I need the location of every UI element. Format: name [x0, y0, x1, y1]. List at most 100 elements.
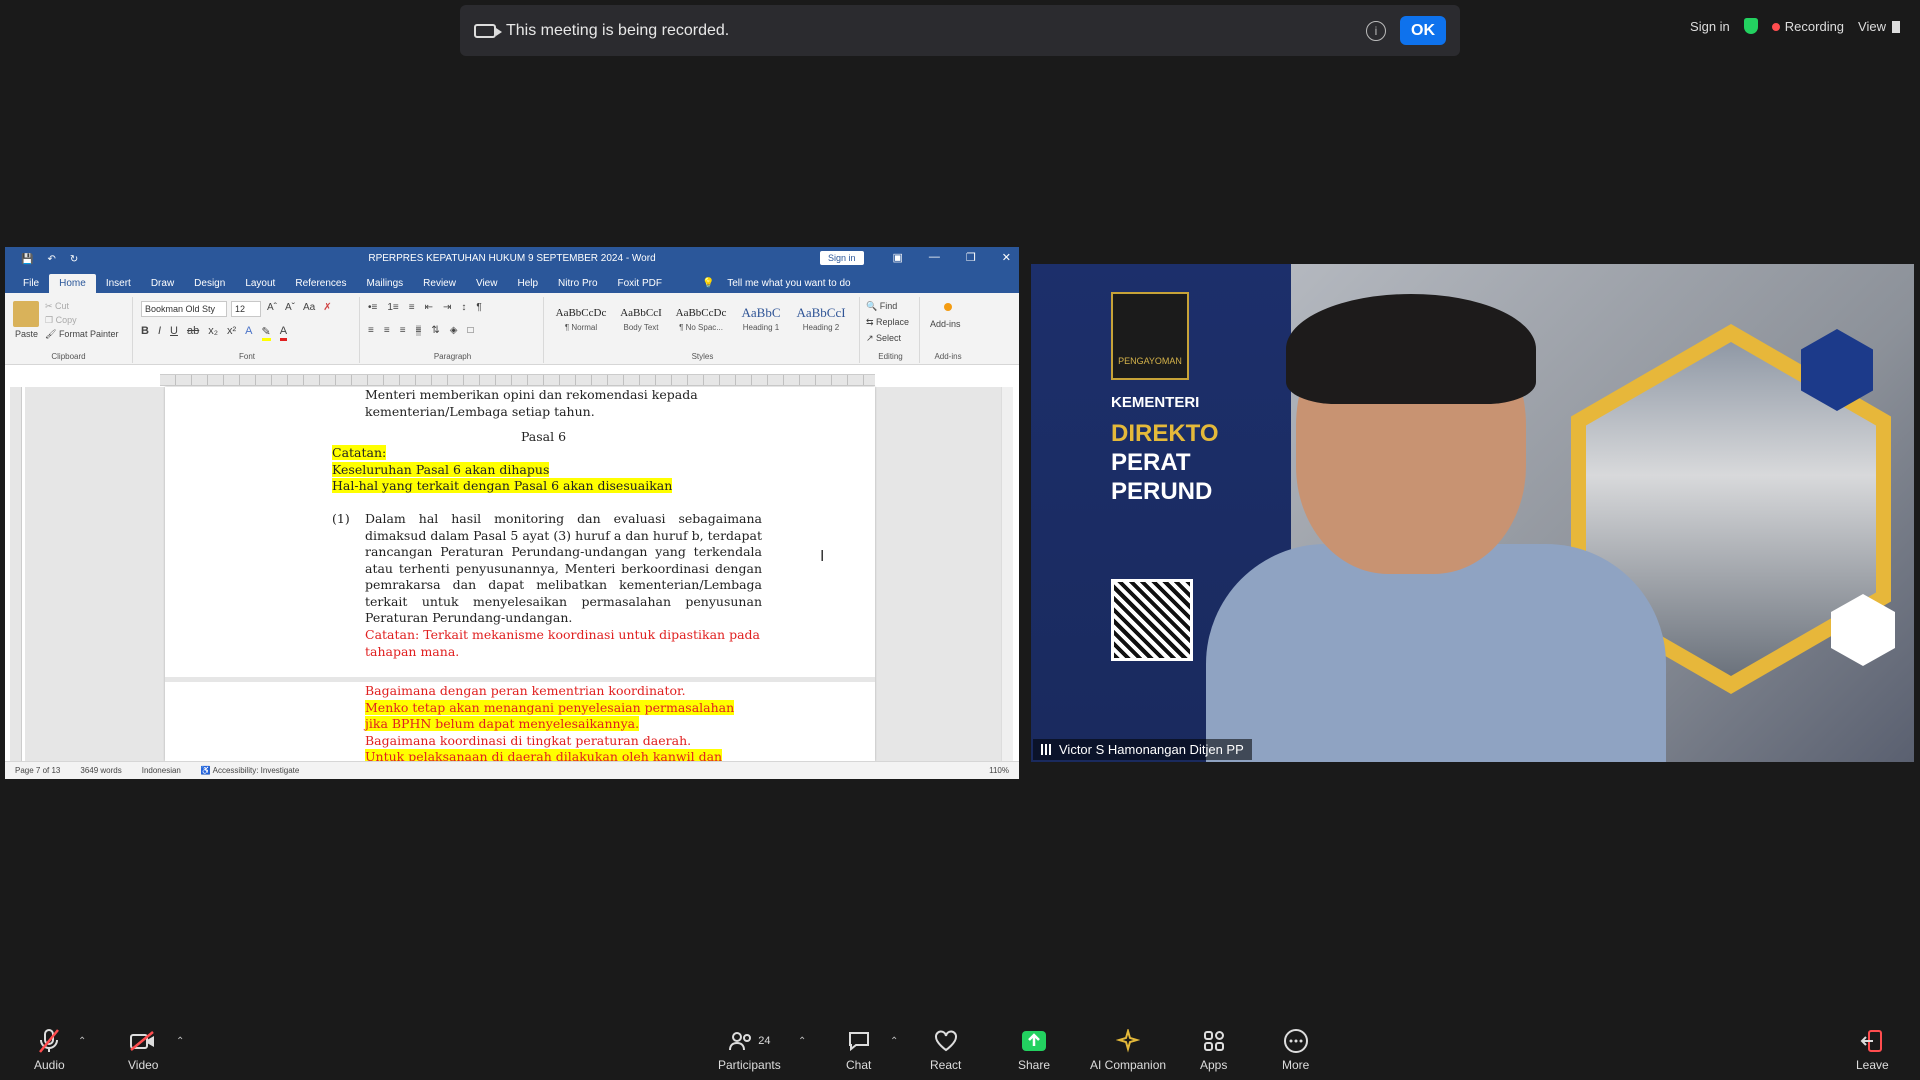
video-button[interactable]: Video [128, 1028, 158, 1072]
addins-button[interactable]: Add-ins [930, 319, 961, 329]
grow-font-icon[interactable]: Aˆ [267, 302, 277, 313]
audio-options-caret-icon[interactable]: ⌃ [78, 1036, 86, 1047]
recording-indicator[interactable]: Recording [1771, 19, 1844, 34]
page-count[interactable]: Page 7 of 13 [15, 766, 60, 775]
accessibility-status[interactable]: ♿ Accessibility: Investigate [201, 766, 299, 775]
decrease-indent-icon[interactable]: ⇤ [425, 302, 433, 313]
font-size-select[interactable]: 12 [231, 301, 261, 317]
ai-companion-button[interactable]: AI Companion [1090, 1028, 1166, 1072]
participants-button[interactable]: 24 Participants [718, 1028, 781, 1072]
align-center-icon[interactable]: ≡ [384, 325, 390, 336]
doc-line: kementerian/Lembaga setiap tahun. [365, 403, 595, 419]
more-button[interactable]: More [1282, 1028, 1309, 1072]
leave-button[interactable]: Leave [1856, 1028, 1889, 1072]
word-count[interactable]: 3649 words [80, 766, 121, 775]
tab-layout[interactable]: Layout [235, 274, 285, 293]
style-normal[interactable]: AaBbCcDc ¶ Normal [554, 303, 608, 332]
replace-button[interactable]: ⇆ Replace [866, 317, 909, 328]
highlight-color-icon[interactable]: ✎ [261, 325, 271, 341]
zoom-level[interactable]: 110% [989, 766, 1009, 775]
tab-draw[interactable]: Draw [141, 274, 184, 293]
apps-label: Apps [1200, 1058, 1228, 1072]
increase-indent-icon[interactable]: ⇥ [443, 302, 451, 313]
close-icon[interactable]: ✕ [1002, 251, 1011, 264]
view-button[interactable]: View [1858, 19, 1900, 34]
tab-references[interactable]: References [285, 274, 356, 293]
superscript-icon[interactable]: x² [227, 325, 236, 341]
chat-options-caret-icon[interactable]: ⌃ [890, 1036, 898, 1047]
underline-icon[interactable]: U [170, 325, 178, 341]
note-line: Keseluruhan Pasal 6 akan dihapus [332, 461, 550, 477]
find-button[interactable]: 🔍 Find [866, 301, 897, 312]
style-heading-1[interactable]: AaBbC Heading 1 [734, 303, 788, 332]
shading-icon[interactable]: ◈ [450, 325, 458, 336]
sign-in-button[interactable]: Sign in [1690, 19, 1730, 34]
font-color-icon[interactable]: A [279, 325, 288, 341]
numbering-icon[interactable]: 1≡ [387, 302, 398, 313]
language-status[interactable]: Indonesian [142, 766, 181, 775]
minimize-icon[interactable]: — [929, 251, 940, 264]
shrink-font-icon[interactable]: Aˇ [285, 302, 295, 313]
audio-button[interactable]: Audio [34, 1028, 65, 1072]
format-painter-button[interactable]: 🖌 Format Painter [45, 329, 118, 340]
tab-home[interactable]: Home [49, 274, 96, 293]
document-page[interactable]: Menteri memberikan opini dan rekomendasi… [165, 387, 875, 761]
cut-button[interactable]: ✂ Cut [45, 301, 69, 312]
tab-foxit-pdf[interactable]: Foxit PDF [608, 274, 672, 293]
align-left-icon[interactable]: ≡ [368, 325, 374, 336]
chat-button[interactable]: Chat [846, 1028, 871, 1072]
justify-icon[interactable]: ≡ [415, 325, 422, 336]
ribbon-display-icon[interactable]: ▣ [893, 251, 903, 264]
clear-formatting-icon[interactable]: ✗ [323, 302, 331, 313]
shield-icon[interactable] [1743, 18, 1758, 34]
style-no-spacing[interactable]: AaBbCcDc ¶ No Spac... [674, 303, 728, 332]
apps-icon [1202, 1028, 1226, 1054]
video-options-caret-icon[interactable]: ⌃ [176, 1036, 184, 1047]
tell-me-search[interactable]: 💡 Tell me what you want to do [692, 274, 871, 293]
strikethrough-icon[interactable]: ab [187, 325, 199, 341]
subscript-icon[interactable]: x₂ [208, 325, 218, 341]
more-label: More [1282, 1058, 1310, 1072]
multilevel-list-icon[interactable]: ≡ [409, 302, 415, 313]
restore-icon[interactable]: ❐ [966, 251, 976, 264]
vertical-ruler[interactable] [10, 387, 22, 761]
paragraph-top: Menteri memberikan opini dan rekomendasi… [365, 387, 762, 420]
react-button[interactable]: React [930, 1028, 961, 1072]
tab-nitro-pro[interactable]: Nitro Pro [548, 274, 607, 293]
paste-button[interactable]: Paste [15, 329, 38, 339]
tab-file[interactable]: File [13, 274, 49, 293]
info-icon[interactable]: i [1366, 20, 1386, 41]
font-name-select[interactable]: Bookman Old Sty [141, 301, 227, 317]
tab-review[interactable]: Review [413, 274, 466, 293]
tab-mailings[interactable]: Mailings [356, 274, 413, 293]
style-heading-2[interactable]: AaBbCcI Heading 2 [794, 303, 848, 332]
change-case-icon[interactable]: Aa [303, 302, 315, 313]
tab-help[interactable]: Help [507, 274, 548, 293]
line-spacing-icon[interactable]: ⇅ [431, 325, 439, 336]
select-button[interactable]: ↗ Select [866, 333, 901, 344]
bullets-icon[interactable]: •≡ [368, 302, 377, 313]
apps-button[interactable]: Apps [1200, 1028, 1227, 1072]
copy-button[interactable]: ❐ Copy [45, 315, 77, 326]
vertical-scrollbar[interactable] [1001, 387, 1013, 761]
horizontal-ruler[interactable] [160, 374, 875, 386]
word-sign-in-button[interactable]: Sign in [820, 251, 864, 265]
style-body-text[interactable]: AaBbCcI Body Text [614, 303, 668, 332]
show-marks-icon[interactable]: ¶ [476, 302, 481, 313]
participants-options-caret-icon[interactable]: ⌃ [798, 1036, 806, 1047]
paste-icon[interactable] [13, 301, 39, 327]
borders-icon[interactable]: □ [467, 325, 473, 336]
text-effects-icon[interactable]: A [245, 325, 252, 341]
tab-design[interactable]: Design [184, 274, 235, 293]
share-button[interactable]: Share [1018, 1028, 1050, 1072]
italic-icon[interactable]: I [158, 325, 161, 341]
video-off-icon [129, 1028, 157, 1054]
bold-icon[interactable]: B [141, 325, 149, 341]
tab-view[interactable]: View [466, 274, 508, 293]
ok-button[interactable]: OK [1400, 16, 1446, 45]
sort-icon[interactable]: ↕ [461, 302, 466, 313]
participant-video-tile[interactable]: PENGAYOMAN KEMENTERI DIREKTO PERAT PERUND… [1031, 264, 1914, 762]
tab-insert[interactable]: Insert [96, 274, 141, 293]
align-right-icon[interactable]: ≡ [400, 325, 406, 336]
addins-icon[interactable] [944, 303, 952, 311]
